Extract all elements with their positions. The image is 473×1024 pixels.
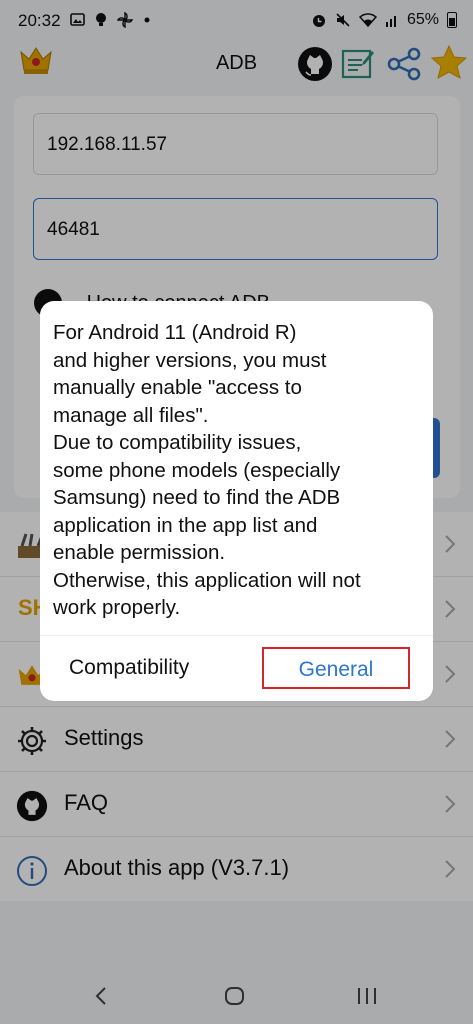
dialog-message: For Android 11 (Android R) and higher ve…: [53, 321, 361, 619]
general-button[interactable]: General: [262, 647, 410, 689]
permission-dialog: For Android 11 (Android R) and higher ve…: [40, 301, 433, 701]
dialog-divider: [40, 635, 433, 636]
compatibility-button[interactable]: Compatibility: [69, 656, 189, 680]
